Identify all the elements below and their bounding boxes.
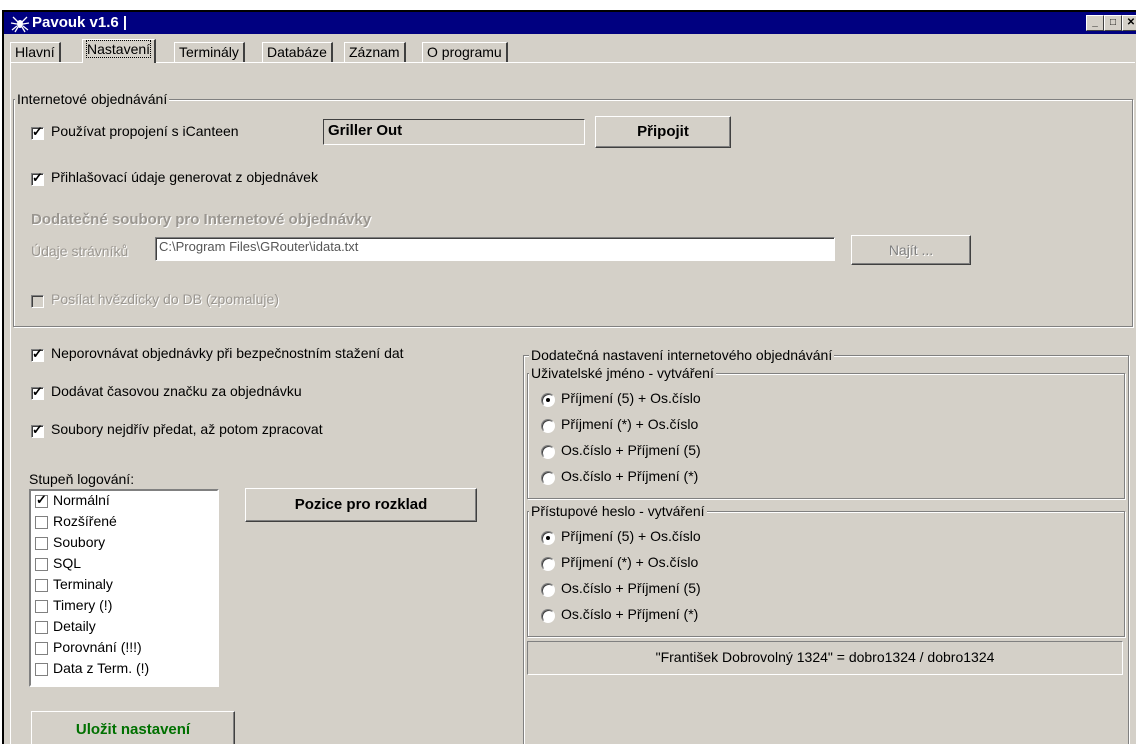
send-stars-label: Posílat hvězdicky do DB (zpomaluje) xyxy=(51,291,279,307)
example-preview: "František Dobrovolný 1324" = dobro1324 … xyxy=(527,641,1123,675)
password-radio-3[interactable] xyxy=(541,583,555,597)
list-item-checkbox[interactable] xyxy=(35,558,48,571)
tab-terminaly[interactable]: Terminály xyxy=(174,42,245,62)
username-radio-2[interactable] xyxy=(541,419,555,433)
password-option-2: Příjmení (*) + Os.číslo xyxy=(561,554,699,570)
list-item-checkbox[interactable] xyxy=(35,600,48,613)
tab-zaznam[interactable]: Záznam xyxy=(344,42,406,62)
password-radio-4[interactable] xyxy=(541,609,555,623)
password-group-title: Přístupové heslo - vytváření xyxy=(529,503,707,519)
send-stars-checkbox[interactable] xyxy=(31,295,44,308)
list-item-checkbox[interactable] xyxy=(35,621,48,634)
password-option-4: Os.číslo + Příjmení (*) xyxy=(561,606,699,622)
settings-page: Internetové objednávání ✓ Používat propo… xyxy=(10,62,1135,744)
tab-databaze[interactable]: Databáze xyxy=(262,42,333,62)
username-option-1: Příjmení (5) + Os.číslo xyxy=(561,390,701,406)
tab-o-programu[interactable]: O programu xyxy=(422,42,508,62)
username-option-3: Os.číslo + Příjmení (5) xyxy=(561,442,701,458)
use-icanteen-label: Používat propojení s iCanteen xyxy=(51,123,239,139)
gen-login-label: Přihlašovací údaje generovat z objednáve… xyxy=(51,169,318,185)
password-option-1: Příjmení (5) + Os.číslo xyxy=(561,528,701,544)
save-settings-button[interactable]: Uložit nastavení xyxy=(31,711,235,744)
log-level-label: Stupeň logování: xyxy=(29,471,135,487)
password-option-3: Os.číslo + Příjmení (5) xyxy=(561,580,701,596)
title-bar[interactable]: Pavouk v1.6 | _ □ ✕ xyxy=(4,12,1136,34)
files-first-label: Soubory nejdřív předat, až potom zpracov… xyxy=(51,421,323,437)
extra-files-title: Dodatečné soubory pro Internetové objedn… xyxy=(31,211,372,228)
tab-nastaveni[interactable]: Nastavení xyxy=(82,39,157,63)
username-radio-4[interactable] xyxy=(541,471,555,485)
no-compare-label: Neporovnávat objednávky při bezpečnostní… xyxy=(51,345,404,361)
username-option-2: Příjmení (*) + Os.číslo xyxy=(561,416,699,432)
username-radio-3[interactable] xyxy=(541,445,555,459)
position-layout-button[interactable]: Pozice pro rozklad xyxy=(245,488,477,522)
password-radio-1[interactable] xyxy=(541,531,555,545)
gen-login-checkbox[interactable]: ✓ xyxy=(31,170,44,186)
list-item-checkbox[interactable] xyxy=(35,579,48,592)
internet-ordering-title: Internetové objednávání xyxy=(15,91,170,107)
minimize-button[interactable]: _ xyxy=(1086,15,1104,31)
password-radio-2[interactable] xyxy=(541,557,555,571)
list-item-checkbox[interactable] xyxy=(35,642,48,655)
username-radio-1[interactable] xyxy=(541,393,555,407)
spider-icon xyxy=(10,16,30,33)
close-button[interactable]: ✕ xyxy=(1122,15,1136,31)
username-group-title: Uživatelské jméno - vytváření xyxy=(529,365,716,381)
use-icanteen-checkbox[interactable]: ✓ xyxy=(31,124,44,140)
diners-label: Údaje strávníků xyxy=(31,243,129,259)
extra-settings-title: Dodatečná nastavení internetového objedn… xyxy=(529,347,835,363)
log-level-list[interactable]: ✓ Normální Rozšířené Soubory SQL Terminal… xyxy=(29,489,219,687)
server-status-display: Griller Out xyxy=(323,119,585,145)
diners-path-input[interactable]: C:\Program Files\GRouter\idata.txt xyxy=(155,237,835,261)
timestamp-checkbox[interactable]: ✓ xyxy=(31,384,44,400)
files-first-checkbox[interactable]: ✓ xyxy=(31,422,44,438)
app-window: Pavouk v1.6 | _ □ ✕ Hlavní Nastavení Ter… xyxy=(2,10,1136,744)
list-item-checkbox[interactable] xyxy=(35,516,48,529)
list-item-checkbox[interactable] xyxy=(35,663,48,676)
timestamp-label: Dodávat časovou značku za objednávku xyxy=(51,383,302,399)
list-item-checkbox[interactable]: ✓ xyxy=(35,492,48,508)
username-option-4: Os.číslo + Příjmení (*) xyxy=(561,468,699,484)
window-title: Pavouk v1.6 | xyxy=(32,14,128,31)
maximize-button[interactable]: □ xyxy=(1104,15,1122,31)
list-item-checkbox[interactable] xyxy=(35,537,48,550)
tab-hlavni[interactable]: Hlavní xyxy=(10,42,61,62)
find-button[interactable]: Najít ... xyxy=(851,235,971,265)
connect-button[interactable]: Připojit xyxy=(595,116,731,148)
no-compare-checkbox[interactable]: ✓ xyxy=(31,346,44,362)
